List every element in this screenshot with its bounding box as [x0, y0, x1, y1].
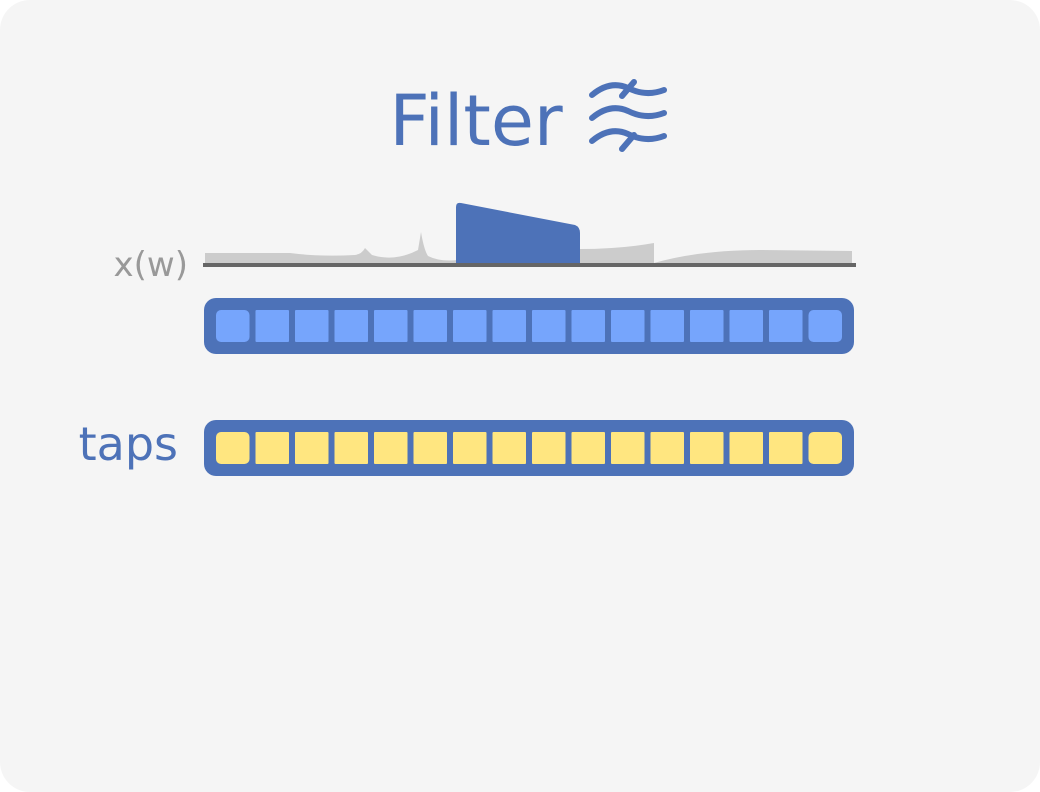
input-buffer-cell [729, 310, 763, 342]
taps-buffer-cell [453, 432, 487, 464]
input-buffer-cell [571, 310, 605, 342]
input-buffer-cell [769, 310, 803, 342]
taps-buffer-cell [808, 432, 842, 464]
input-buffer-cell [334, 310, 368, 342]
taps-buffer-cell [374, 432, 408, 464]
input-buffer-cell [532, 310, 566, 342]
input-buffer-cell [650, 310, 684, 342]
taps-buffer-cell [216, 432, 250, 464]
input-buffer-cell [255, 310, 289, 342]
input-buffer-cell [295, 310, 329, 342]
taps-buffer-cell [769, 432, 803, 464]
filter-waves-icon [589, 79, 667, 152]
taps-buffer [204, 420, 854, 476]
taps-buffer-cell [295, 432, 329, 464]
taps-buffer-cell [532, 432, 566, 464]
taps-label: taps [79, 417, 178, 471]
filter-passband [456, 202, 580, 264]
input-buffer-cell [611, 310, 645, 342]
input-buffer-cell [453, 310, 487, 342]
input-buffer-cell [413, 310, 447, 342]
input-buffer-cell [216, 310, 250, 342]
diagram-card: Filter x(w) taps [0, 0, 1040, 792]
input-buffer-cell [808, 310, 842, 342]
taps-buffer-cell [334, 432, 368, 464]
taps-buffer-cell [492, 432, 526, 464]
taps-buffer-cell [729, 432, 763, 464]
input-buffer-cell [492, 310, 526, 342]
input-buffer [204, 298, 854, 354]
input-buffer-cell [690, 310, 724, 342]
taps-buffer-cell [413, 432, 447, 464]
title: Filter [389, 80, 563, 162]
signal-label: x(w) [114, 245, 188, 285]
taps-buffer-cell [611, 432, 645, 464]
input-buffer-cell [374, 310, 408, 342]
taps-buffer-cell [255, 432, 289, 464]
taps-buffer-cell [571, 432, 605, 464]
taps-buffer-cell [690, 432, 724, 464]
taps-buffer-cell [650, 432, 684, 464]
